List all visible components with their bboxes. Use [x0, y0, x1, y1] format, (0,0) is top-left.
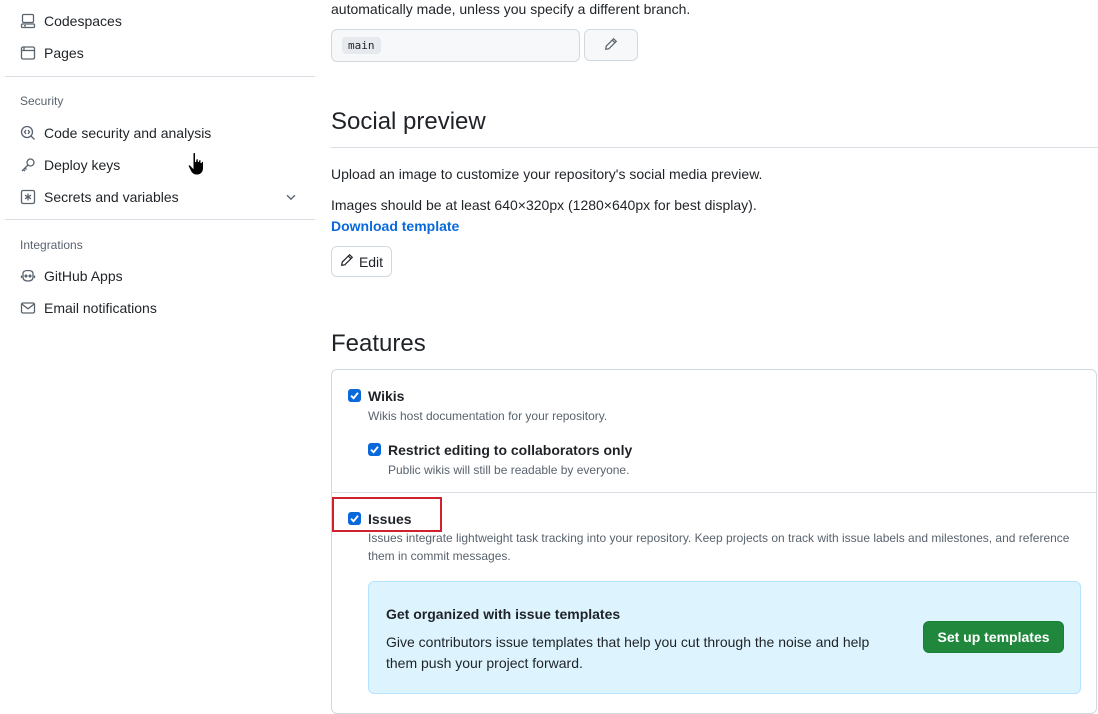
issue-templates-promo: Get organized with issue templates Give … — [368, 581, 1081, 694]
download-template-link[interactable]: Download template — [331, 218, 459, 234]
features-heading: Features — [331, 330, 426, 357]
sidebar-group-security: Security — [20, 94, 64, 108]
sidebar-item-email-notifications[interactable]: Email notifications — [12, 293, 312, 323]
social-preview-heading: Social preview — [331, 108, 486, 135]
asterisk-icon — [20, 189, 36, 205]
rename-branch-button[interactable] — [584, 29, 638, 61]
issues-label[interactable]: Issues — [368, 511, 412, 527]
branch-name: main — [342, 37, 381, 54]
key-icon — [20, 157, 36, 173]
issues-desc: Issues integrate lightweight task tracki… — [368, 531, 1070, 563]
sidebar-item-deploy-keys[interactable]: Deploy keys — [12, 150, 312, 180]
settings-main: automatically made, unless you specify a… — [331, 0, 1098, 714]
codescan-icon — [20, 125, 36, 141]
codespaces-icon — [20, 13, 36, 29]
sidebar-divider — [5, 219, 315, 220]
settings-sidebar: Codespaces Pages Security Code security … — [0, 0, 320, 709]
promo-title: Get organized with issue templates — [386, 606, 621, 622]
promo-desc: Give contributors issue templates that h… — [386, 634, 870, 671]
set-up-templates-button[interactable]: Set up templates — [923, 621, 1064, 653]
apps-icon — [20, 268, 36, 284]
sidebar-item-pages[interactable]: Pages — [12, 38, 312, 68]
mail-icon — [20, 300, 36, 316]
sidebar-item-label: Email notifications — [44, 300, 157, 316]
default-branch-field: main — [331, 29, 580, 62]
wikis-checkbox[interactable] — [348, 389, 361, 402]
pencil-icon — [604, 37, 618, 54]
sidebar-group-integrations: Integrations — [20, 238, 83, 252]
social-preview-size-note: Images should be at least 640×320px (128… — [331, 197, 757, 213]
sidebar-item-secrets[interactable]: Secrets and variables — [12, 182, 312, 212]
hand-cursor-icon — [187, 152, 204, 176]
restrict-editing-checkbox[interactable] — [368, 443, 381, 456]
issues-checkbox[interactable] — [348, 512, 361, 525]
sidebar-item-label: Deploy keys — [44, 157, 121, 173]
wikis-desc: Wikis host documentation for your reposi… — [368, 409, 608, 423]
features-divider — [332, 492, 1096, 493]
sidebar-divider — [5, 76, 315, 77]
social-preview-desc: Upload an image to customize your reposi… — [331, 166, 763, 182]
pencil-icon — [340, 253, 354, 270]
features-panel: Wikis Wikis host documentation for your … — [331, 369, 1097, 714]
sidebar-item-label: Pages — [44, 45, 84, 61]
sidebar-item-label: Codespaces — [44, 13, 122, 29]
browser-icon — [20, 45, 36, 61]
chevron-down-icon[interactable] — [284, 190, 298, 204]
sidebar-item-label: Secrets and variables — [44, 189, 179, 205]
sidebar-item-codespaces[interactable]: Codespaces — [12, 6, 312, 36]
edit-social-preview-button[interactable]: Edit — [331, 246, 392, 277]
wikis-label[interactable]: Wikis — [368, 388, 404, 404]
sidebar-item-label: GitHub Apps — [44, 268, 123, 284]
sidebar-item-label: Code security and analysis — [44, 125, 212, 141]
edit-label: Edit — [358, 253, 384, 270]
section-divider — [331, 147, 1098, 148]
restrict-editing-label[interactable]: Restrict editing to collaborators only — [388, 442, 632, 458]
sidebar-item-code-security[interactable]: Code security and analysis — [12, 118, 312, 148]
sidebar-item-github-apps[interactable]: GitHub Apps — [12, 261, 312, 291]
restrict-editing-desc: Public wikis will still be readable by e… — [388, 463, 630, 477]
default-branch-note: automatically made, unless you specify a… — [331, 1, 691, 17]
